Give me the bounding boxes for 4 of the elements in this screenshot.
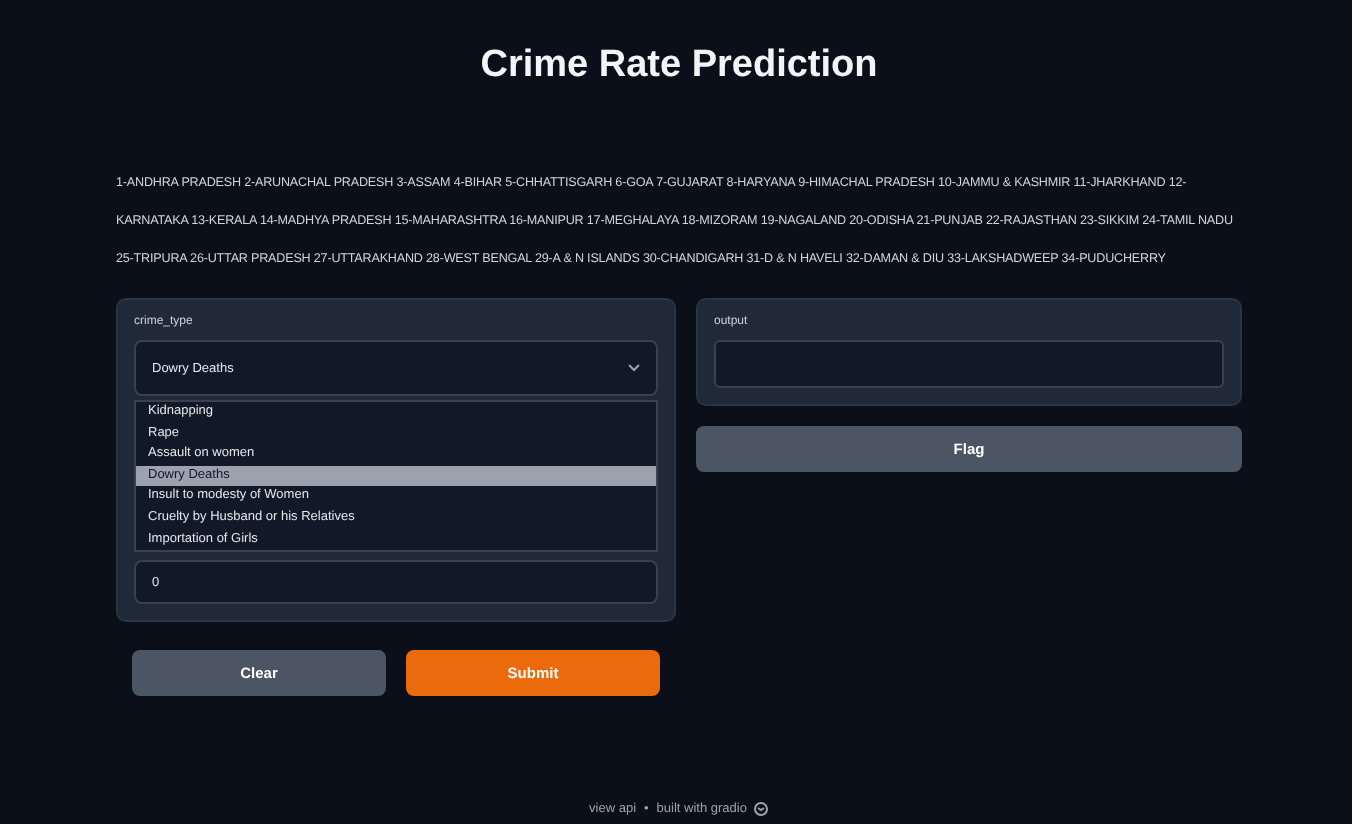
logo-icon xyxy=(754,802,769,816)
page-title: Crime Rate Prediction xyxy=(478,44,880,88)
output-field[interactable] xyxy=(714,340,1224,388)
chevron-down-icon xyxy=(628,364,640,372)
